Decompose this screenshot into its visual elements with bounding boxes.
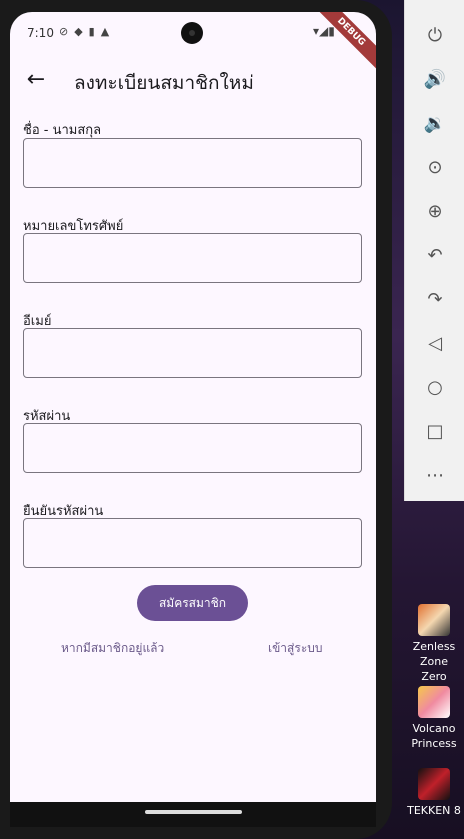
home-icon[interactable]: ○: [405, 367, 464, 407]
fullname-field[interactable]: [23, 138, 362, 188]
navigation-bar: [10, 802, 376, 827]
confirm-password-field[interactable]: [23, 518, 362, 568]
page-title: ลงทะเบียนสมาชิกใหม่: [74, 72, 254, 94]
phone-field[interactable]: [23, 233, 362, 283]
login-link[interactable]: เข้าสู่ระบบ: [268, 639, 323, 658]
rotate-right-icon[interactable]: ↷: [405, 279, 464, 319]
desktop-icon-zenless[interactable]: Zenless Zone Zero: [404, 604, 464, 684]
volume-up-icon[interactable]: 🔊: [405, 59, 464, 99]
password-field[interactable]: [23, 423, 362, 473]
zenless-app-icon: [418, 604, 450, 636]
desktop-icon-tekken[interactable]: TEKKEN 8: [404, 768, 464, 818]
phone-screen: 7:10 ⊘◆▮▲ ▾◢▮ DEBUG ← ลงทะเบียนสมาชิกใหม…: [10, 12, 376, 802]
status-time: 7:10: [27, 26, 54, 40]
desktop-icon-label: TEKKEN 8: [407, 804, 461, 817]
front-camera: [181, 22, 203, 44]
back-arrow-icon[interactable]: ←: [22, 66, 50, 94]
desktop-icon-volcano[interactable]: Volcano Princess: [404, 686, 464, 751]
notification-icons: ⊘◆▮▲: [59, 25, 116, 38]
power-icon[interactable]: ⏻: [405, 15, 464, 55]
tekken-app-icon: [418, 768, 450, 800]
camera-icon[interactable]: ⊙: [405, 147, 464, 187]
app-bar: ← ลงทะเบียนสมาชิกใหม่: [10, 64, 376, 104]
overview-icon[interactable]: □: [405, 411, 464, 451]
more-icon[interactable]: ⋯: [405, 455, 464, 495]
fullname-label: ชื่อ - นามสกุล: [23, 123, 102, 138]
desktop-icon-label: Volcano: [412, 722, 456, 735]
emulator-toolbar: ⏻ 🔊 🔉 ⊙ ⊕ ↶ ↷ ◁ ○ □ ⋯: [404, 0, 464, 501]
zoom-icon[interactable]: ⊕: [405, 191, 464, 231]
phone-frame: 7:10 ⊘◆▮▲ ▾◢▮ DEBUG ← ลงทะเบียนสมาชิกใหม…: [0, 0, 392, 839]
rotate-left-icon[interactable]: ↶: [405, 235, 464, 275]
status-bar: 7:10 ⊘◆▮▲ ▾◢▮ DEBUG: [10, 12, 376, 77]
volcano-app-icon: [418, 686, 450, 718]
volume-down-icon[interactable]: 🔉: [405, 103, 464, 143]
desktop-icon-label: Princess: [411, 737, 457, 750]
desktop-icon-label: Zenless Zone: [412, 640, 456, 668]
already-member-link[interactable]: หากมีสมาชิกอยู่แล้ว: [61, 639, 164, 658]
desktop-icon-label: Zero: [421, 670, 447, 683]
back-icon[interactable]: ◁: [405, 323, 464, 363]
home-indicator[interactable]: [145, 810, 242, 814]
register-button[interactable]: สมัครสมาชิก: [137, 585, 248, 621]
email-field[interactable]: [23, 328, 362, 378]
signal-battery-icons: ▾◢▮: [313, 24, 335, 38]
